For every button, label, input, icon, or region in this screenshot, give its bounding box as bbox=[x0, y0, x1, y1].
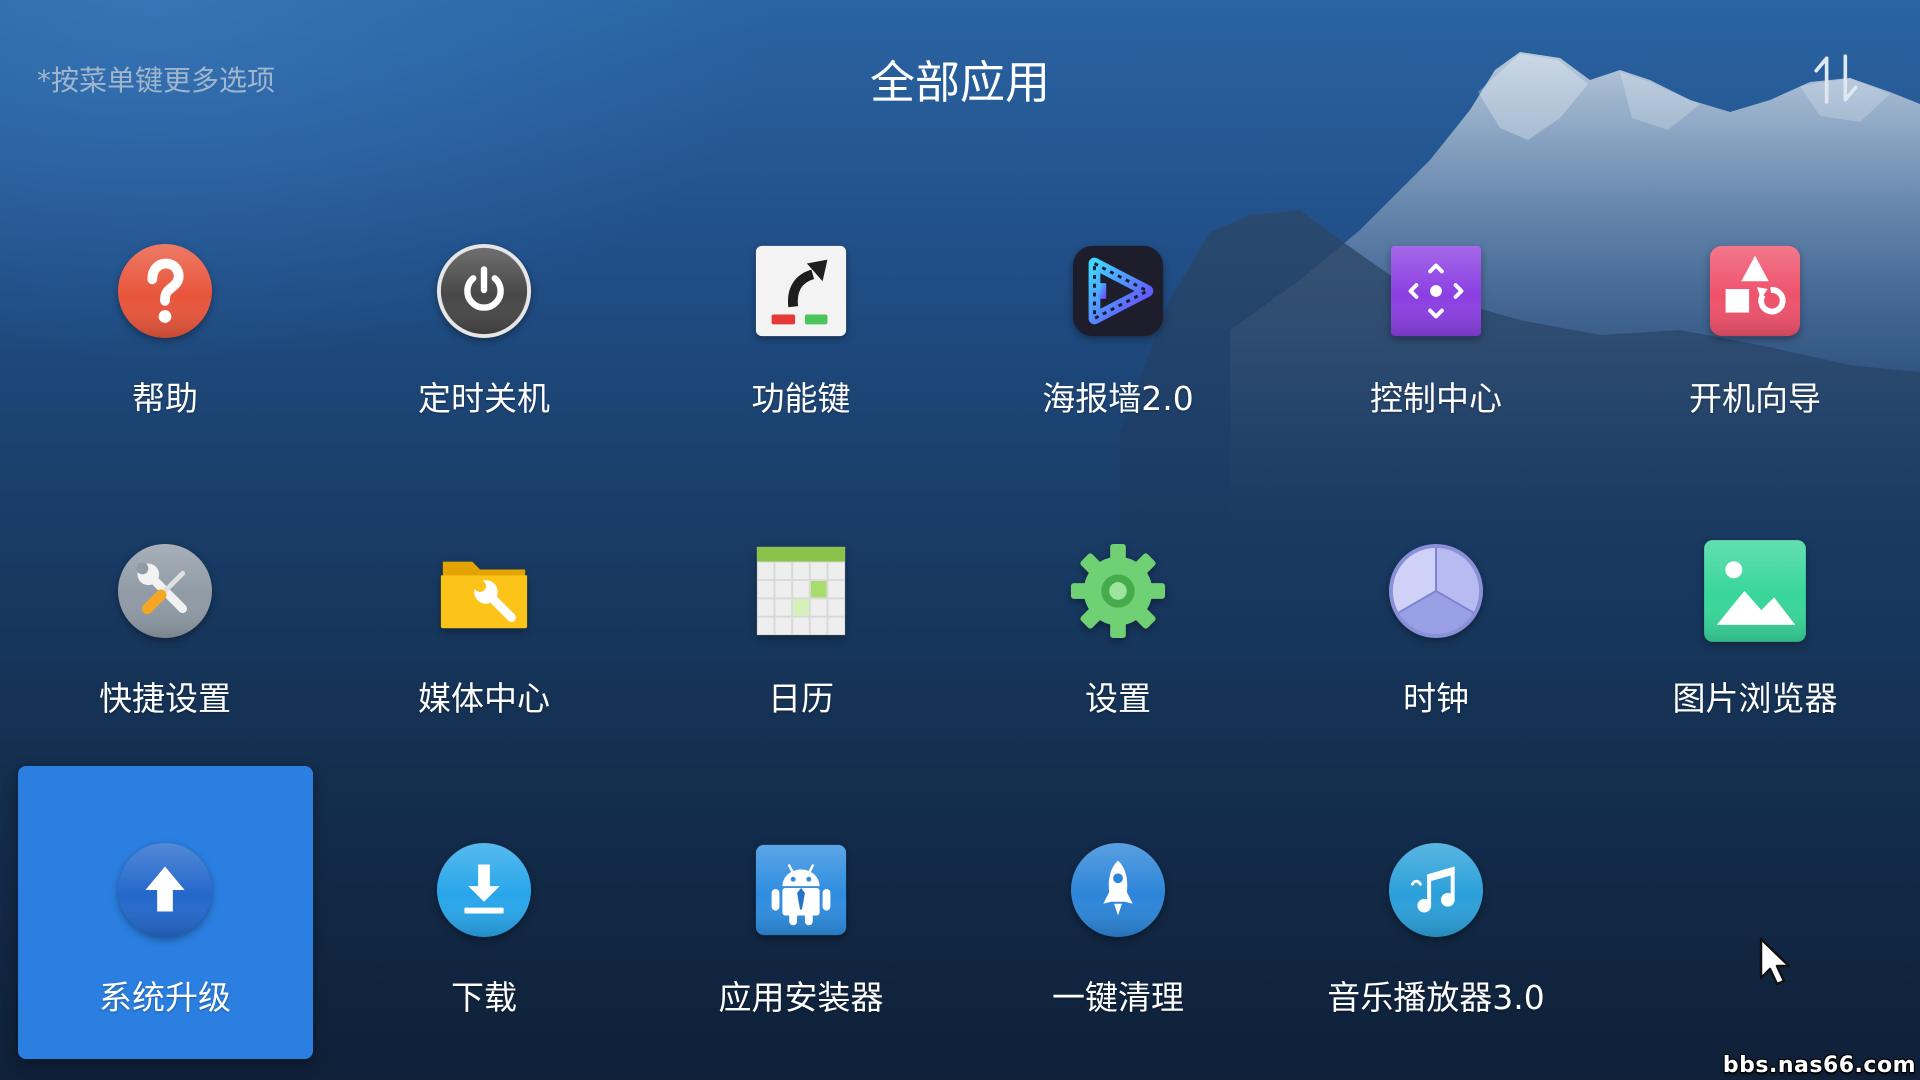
sort-icon bbox=[1814, 54, 1858, 104]
media-folder-icon bbox=[440, 561, 528, 629]
launcher-screen: *按菜单键更多选项 全部应用 帮助 定时关机 功能键 海报墙2.0 控制中心 开… bbox=[0, 0, 1920, 1080]
gear-icon bbox=[1070, 543, 1166, 639]
clock-icon bbox=[1388, 543, 1484, 639]
app-tile-clock[interactable]: 时钟 bbox=[1289, 467, 1584, 760]
page-title: 全部应用 bbox=[869, 56, 1050, 109]
calendar-icon bbox=[756, 546, 846, 636]
app-label: 音乐播放器3.0 bbox=[1327, 978, 1545, 1017]
app-label: 系统升级 bbox=[99, 978, 231, 1017]
download-icon bbox=[436, 842, 532, 938]
app-tile-help[interactable]: 帮助 bbox=[18, 167, 313, 460]
app-tile-image-viewer[interactable]: 图片浏览器 bbox=[1608, 467, 1903, 760]
app-tile-system-upgrade[interactable]: 系统升级 bbox=[17, 766, 313, 1059]
app-label: 媒体中心 bbox=[418, 679, 550, 718]
help-icon bbox=[117, 243, 213, 339]
app-label: 应用安装器 bbox=[718, 978, 884, 1017]
poster-wall-icon bbox=[1072, 245, 1164, 337]
control-center-icon bbox=[1390, 245, 1482, 337]
app-tile-one-key-clean[interactable]: 一键清理 bbox=[971, 766, 1266, 1059]
function-key-icon bbox=[755, 245, 847, 337]
tools-icon bbox=[117, 543, 213, 639]
app-tile-calendar[interactable]: 日历 bbox=[654, 467, 949, 760]
app-tile-poster-wall[interactable]: 海报墙2.0 bbox=[971, 167, 1266, 460]
app-tile-download[interactable]: 下载 bbox=[337, 766, 632, 1059]
app-label: 图片浏览器 bbox=[1672, 679, 1838, 718]
app-tile-quick-settings[interactable]: 快捷设置 bbox=[18, 467, 313, 760]
mouse-cursor-icon bbox=[1759, 937, 1791, 986]
app-tile-app-installer[interactable]: 应用安装器 bbox=[654, 766, 949, 1059]
app-label: 开机向导 bbox=[1689, 379, 1821, 418]
app-tile-music-player[interactable]: 音乐播放器3.0 bbox=[1289, 766, 1584, 1059]
power-icon bbox=[436, 243, 532, 339]
app-label: 快捷设置 bbox=[99, 679, 231, 718]
app-tile-control-center[interactable]: 控制中心 bbox=[1289, 167, 1584, 460]
app-tile-boot-wizard[interactable]: 开机向导 bbox=[1608, 167, 1903, 460]
app-label: 设置 bbox=[1085, 679, 1151, 718]
watermark: bbs.nas66.com bbox=[1722, 1053, 1916, 1078]
app-label: 时钟 bbox=[1403, 679, 1469, 718]
app-label: 日历 bbox=[768, 679, 834, 718]
app-label: 一键清理 bbox=[1052, 978, 1184, 1017]
image-viewer-icon bbox=[1704, 540, 1806, 642]
rocket-cleaner-icon bbox=[1070, 842, 1166, 938]
app-label: 海报墙2.0 bbox=[1042, 379, 1194, 418]
android-installer-icon bbox=[755, 844, 847, 936]
app-label: 定时关机 bbox=[418, 379, 550, 418]
sort-button[interactable] bbox=[1812, 52, 1862, 106]
app-label: 控制中心 bbox=[1370, 379, 1502, 418]
app-tile-media-center[interactable]: 媒体中心 bbox=[337, 467, 632, 760]
app-tile-timer-shutdown[interactable]: 定时关机 bbox=[337, 167, 632, 460]
boot-wizard-icon bbox=[1709, 245, 1801, 337]
app-label: 功能键 bbox=[751, 379, 851, 418]
music-notes-icon bbox=[1388, 842, 1484, 938]
app-tile-function-key[interactable]: 功能键 bbox=[654, 167, 949, 460]
app-label: 下载 bbox=[451, 978, 517, 1017]
upgrade-arrow-icon bbox=[117, 842, 213, 938]
app-label: 帮助 bbox=[132, 379, 198, 418]
app-tile-settings[interactable]: 设置 bbox=[971, 467, 1266, 760]
